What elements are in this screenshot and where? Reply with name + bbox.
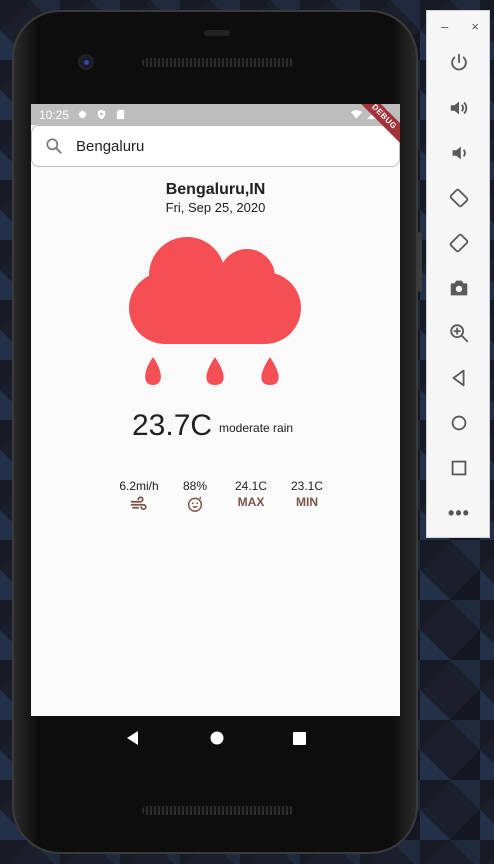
- max-temp-value: 24.1C: [234, 479, 268, 493]
- emu-home-button[interactable]: [445, 409, 473, 437]
- volume-up-icon: [450, 101, 468, 115]
- wind-icon: [130, 496, 147, 511]
- camera-icon: [450, 280, 468, 296]
- status-bar: 10:25: [31, 104, 400, 125]
- overview-square-icon: [292, 731, 306, 745]
- bottom-speaker: [142, 806, 294, 815]
- humidity-face-icon: [187, 496, 203, 512]
- more-button[interactable]: •••: [445, 499, 473, 527]
- search-bar[interactable]: [31, 125, 400, 167]
- status-time: 10:25: [39, 107, 70, 122]
- sd-card-icon: [116, 109, 125, 120]
- emu-overview-button[interactable]: [445, 454, 473, 482]
- temperature: 23.7C: [132, 409, 213, 442]
- android-nav-bar: [31, 716, 400, 760]
- weather-description: moderate rain: [219, 421, 294, 435]
- home-icon: [451, 415, 467, 431]
- zoom-icon: [450, 324, 469, 343]
- max-temp-stat: 24.1C MAX: [223, 479, 279, 513]
- back-button[interactable]: [125, 730, 141, 746]
- min-temp-value: 23.1C: [290, 479, 324, 493]
- toolbar-header: – ×: [427, 11, 489, 41]
- city-name: Bengaluru,IN: [165, 181, 266, 198]
- rotate-left-icon: [449, 188, 469, 208]
- close-button[interactable]: ×: [471, 19, 479, 34]
- rotate-right-button[interactable]: [445, 229, 473, 257]
- search-icon: [46, 138, 62, 154]
- back-icon: [452, 369, 465, 387]
- volume-down-button[interactable]: [445, 139, 473, 167]
- weather-stats: 6.2mi/h 88% 24.1C MAX 23.1C MIN: [111, 479, 335, 513]
- overview-button[interactable]: [292, 731, 306, 745]
- humidity-value: 88%: [182, 479, 208, 493]
- emu-back-button[interactable]: [445, 364, 473, 392]
- app-screen: DEBUG 10:25 Bengaluru,IN Fri, Sep 25, 20…: [31, 104, 400, 716]
- humidity-stat: 88%: [167, 479, 223, 513]
- volume-up-button[interactable]: [445, 94, 473, 122]
- rain-cloud-icon: [129, 237, 301, 385]
- rotate-right-icon: [449, 233, 469, 253]
- more-icon: •••: [448, 502, 470, 523]
- volume-down-icon: [452, 146, 466, 160]
- zoom-button[interactable]: [445, 319, 473, 347]
- wind-stat: 6.2mi/h: [111, 479, 167, 513]
- rotate-left-button[interactable]: [445, 184, 473, 212]
- power-button[interactable]: [445, 49, 473, 77]
- minimize-button[interactable]: –: [441, 19, 448, 34]
- power-icon: [451, 53, 467, 71]
- settings-icon: [78, 110, 87, 119]
- min-temp-stat: 23.1C MIN: [279, 479, 335, 513]
- min-label: MIN: [296, 495, 318, 509]
- current-date: Fri, Sep 25, 2020: [165, 200, 266, 215]
- front-camera: [78, 54, 94, 70]
- back-triangle-icon: [127, 731, 139, 745]
- overview-icon: [451, 460, 467, 476]
- search-input[interactable]: [76, 137, 356, 155]
- screenshot-button[interactable]: [445, 274, 473, 302]
- shield-icon: [97, 109, 106, 120]
- emulator-toolbar: – × •••: [426, 10, 490, 538]
- wifi-icon: [351, 110, 362, 119]
- home-button[interactable]: [210, 731, 224, 745]
- wind-value: 6.2mi/h: [119, 479, 159, 493]
- top-speaker: [142, 58, 294, 67]
- home-circle-icon: [210, 731, 224, 745]
- max-label: MAX: [237, 495, 265, 509]
- top-slot: [204, 30, 230, 36]
- side-button: [418, 232, 422, 292]
